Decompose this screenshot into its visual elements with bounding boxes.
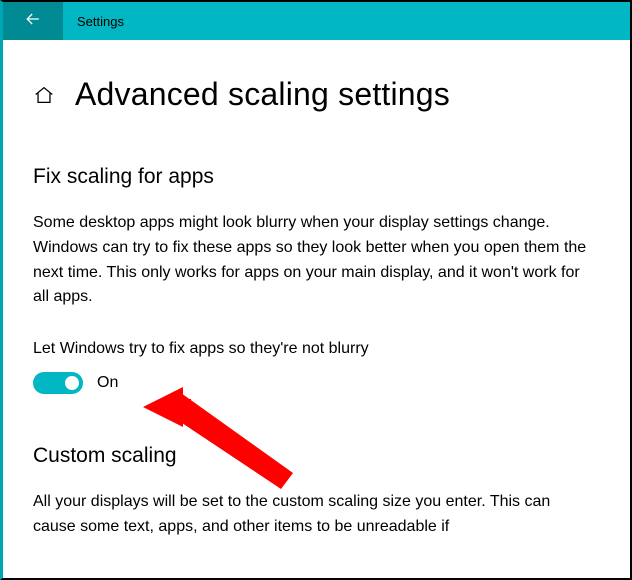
back-button[interactable] xyxy=(3,2,63,40)
page-title: Advanced scaling settings xyxy=(75,76,450,113)
section-heading-fix-scaling: Fix scaling for apps xyxy=(33,165,600,189)
titlebar: Settings xyxy=(3,2,630,40)
home-icon[interactable] xyxy=(33,84,55,106)
toggle-fix-blurry[interactable] xyxy=(33,372,83,394)
toggle-label-fix-blurry: Let Windows try to fix apps so they're n… xyxy=(33,340,600,358)
section-body-fix-scaling: Some desktop apps might look blurry when… xyxy=(33,211,593,310)
toggle-knob xyxy=(65,376,79,390)
toggle-row-fix-blurry: On xyxy=(33,372,600,394)
back-arrow-icon xyxy=(23,9,43,34)
content-area: Advanced scaling settings Fix scaling fo… xyxy=(3,40,630,540)
toggle-state-label: On xyxy=(97,374,118,392)
section-heading-custom-scaling: Custom scaling xyxy=(33,444,600,468)
section-body-custom-scaling: All your displays will be set to the cus… xyxy=(33,490,593,540)
window-title: Settings xyxy=(63,14,124,29)
page-header: Advanced scaling settings xyxy=(33,76,600,113)
